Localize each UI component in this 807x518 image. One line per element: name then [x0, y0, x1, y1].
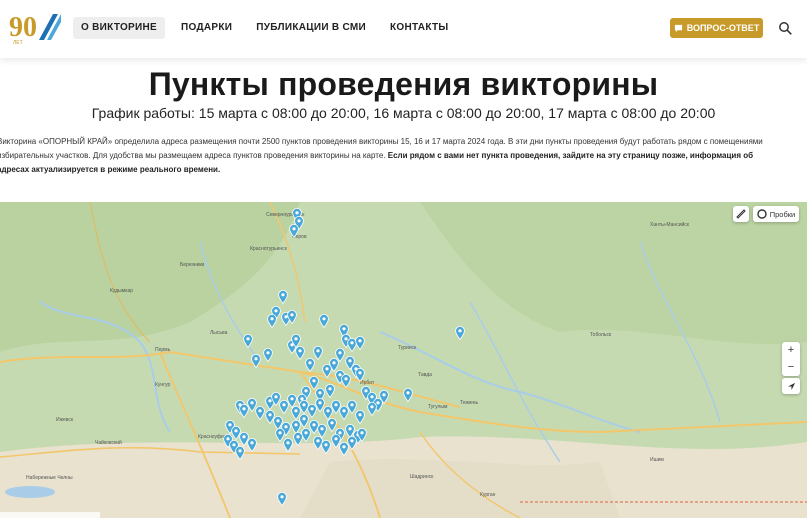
map-pin-icon[interactable] [379, 390, 389, 405]
traffic-button[interactable]: Пробки [753, 206, 799, 222]
site-header: 9 0 ЛЕТ О ВИКТОРИНЕ ПОДАРКИ ПУБЛИКАЦИИ В… [0, 0, 807, 58]
map-pin-icon[interactable] [277, 492, 287, 507]
ruler-icon [736, 209, 746, 219]
map-pin-icon[interactable] [455, 326, 465, 341]
map-pin-icon[interactable] [255, 406, 265, 421]
map-label: Тюмень [460, 400, 479, 406]
svg-text:ЛЕТ: ЛЕТ [13, 40, 23, 46]
map-pin-icon[interactable] [295, 346, 305, 361]
map-pin-icon[interactable] [267, 314, 277, 329]
main-nav: О ВИКТОРИНЕ ПОДАРКИ ПУБЛИКАЦИИ В СМИ КОН… [73, 17, 464, 39]
intro-text: Викторина «ОПОРНЫЙ КРАЙ» определила адре… [0, 135, 782, 177]
qa-button-label: ВОПРОС-ОТВЕТ [686, 23, 760, 33]
map-label: Пермь [155, 347, 171, 353]
map-pin-icon[interactable] [325, 384, 335, 399]
map-pin-icon[interactable] [247, 438, 257, 453]
geolocation-button[interactable] [782, 378, 800, 394]
nav-item-about[interactable]: О ВИКТОРИНЕ [73, 17, 166, 39]
map-pin-icon[interactable] [355, 368, 365, 383]
map-pin-icon[interactable] [319, 314, 329, 329]
map-label: Курган [480, 492, 496, 498]
map-pin-icon[interactable] [289, 224, 299, 239]
nav-item-media[interactable]: ПУБЛИКАЦИИ В СМИ [248, 17, 374, 39]
search-icon[interactable] [778, 21, 792, 35]
map-pin-icon[interactable] [263, 348, 273, 363]
map-label: Тугулым [428, 404, 448, 410]
nav-item-contacts[interactable]: КОНТАКТЫ [382, 17, 456, 39]
zoom-in-button[interactable]: + [782, 342, 800, 359]
map-pin-icon[interactable] [355, 410, 365, 425]
map-pin-icon[interactable] [278, 290, 288, 305]
page-title: Пункты проведения викторины [148, 66, 659, 102]
map-pin-icon[interactable] [287, 310, 297, 325]
map-label: Шадринск [410, 474, 434, 480]
map-pin-icon[interactable] [367, 402, 377, 417]
navigation-arrow-icon [787, 382, 795, 390]
map-label: Ханты-Мансийск [650, 222, 689, 228]
zoom-control: + − [782, 342, 800, 376]
map-label: Чайковский [95, 440, 122, 446]
nav-item-gifts[interactable]: ПОДАРКИ [173, 17, 240, 39]
map-pin-icon[interactable] [251, 354, 261, 369]
map-pin-icon[interactable] [301, 428, 311, 443]
map-background [0, 202, 807, 518]
map-label: Ижевск [56, 417, 74, 423]
map-pin-icon[interactable] [235, 446, 245, 461]
logo-90-years[interactable]: 9 0 ЛЕТ [9, 10, 61, 46]
zoom-out-button[interactable]: − [782, 359, 800, 376]
map-pin-icon[interactable] [403, 388, 413, 403]
map-pin-icon[interactable] [357, 428, 367, 443]
map-pin-icon[interactable] [355, 336, 365, 351]
svg-text:9: 9 [9, 12, 23, 43]
traffic-label: Пробки [769, 209, 796, 219]
map-pin-icon[interactable] [321, 440, 331, 455]
ruler-button[interactable] [733, 206, 749, 222]
map-label: Лысьва [210, 330, 228, 336]
quiz-points-map[interactable]: Северноуральск Краснотурьинск Серов Перм… [0, 202, 807, 518]
map-label: Кунгур [155, 382, 171, 388]
map-label: Кудымкар [110, 288, 134, 294]
traffic-icon [757, 209, 767, 219]
chat-icon [674, 24, 682, 32]
map-pin-icon[interactable] [243, 334, 253, 349]
map-pin-icon[interactable] [305, 358, 315, 373]
map-label: Туринск [398, 345, 417, 351]
qa-button[interactable]: ВОПРОС-ОТВЕТ [670, 18, 763, 38]
map-pin-icon[interactable] [347, 436, 357, 451]
map-pin-icon[interactable] [275, 428, 285, 443]
map-label: Тавда [418, 372, 432, 378]
svg-text:0: 0 [23, 12, 37, 43]
map-label: Краснотурьинск [250, 246, 287, 252]
map-label: Березники [180, 262, 205, 268]
map-pin-icon[interactable] [299, 414, 309, 429]
map-label: Ишим [650, 457, 664, 463]
page-subtitle: График работы: 15 марта с 08:00 до 20:00… [91, 105, 716, 121]
map-pin-icon[interactable] [341, 374, 351, 389]
map-label: Тобольск [590, 332, 612, 338]
map-label: Набережные Челны [26, 475, 73, 481]
map-pin-icon[interactable] [335, 348, 345, 363]
